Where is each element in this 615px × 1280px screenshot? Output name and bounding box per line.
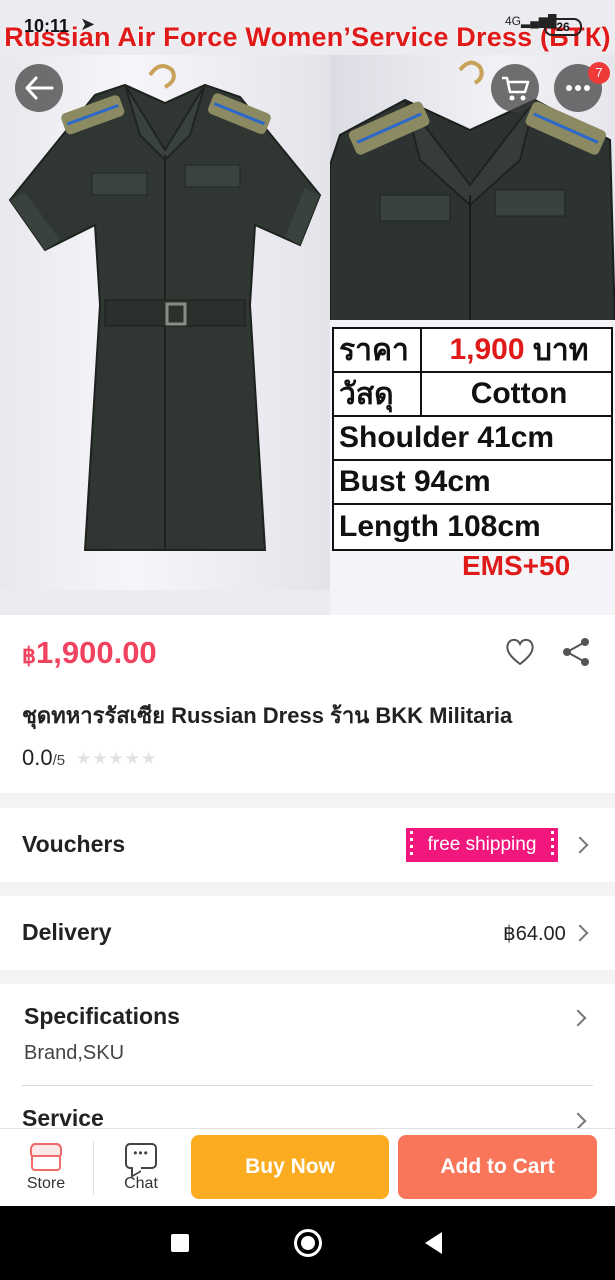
buy-now-button[interactable]: Buy Now (191, 1135, 389, 1199)
chat-tab[interactable]: Chat (96, 1143, 186, 1193)
shipping-note: EMS+50 (462, 550, 571, 581)
store-icon (30, 1143, 62, 1171)
back-triangle-icon[interactable] (425, 1232, 442, 1254)
info-value-group: 1,900 บาท (422, 329, 611, 371)
dress-illustration (8, 64, 322, 551)
chevron-right-icon (571, 836, 589, 854)
share-button[interactable] (561, 637, 591, 667)
info-full: Bust 94cm (339, 465, 491, 498)
delivery-fee: ฿64.00 (503, 923, 566, 945)
divider (22, 1085, 593, 1086)
currency-symbol: ฿ (22, 643, 36, 668)
chevron-right-icon (569, 1112, 587, 1130)
more-icon (566, 85, 590, 91)
status-time: 10:11 (24, 16, 70, 36)
network-type: 4G (505, 14, 522, 28)
price-info-table: ราคา 1,900 บาท วัสดุ Cotton Shoulder 41c… (332, 327, 613, 551)
store-label: Store (26, 1175, 66, 1192)
info-value: Cotton (470, 377, 568, 410)
recent-apps-icon[interactable] (171, 1234, 189, 1252)
back-button[interactable] (15, 64, 63, 112)
wishlist-button[interactable] (504, 637, 536, 669)
specifications-label: Specifications (24, 1003, 180, 1029)
dress-photo-full (0, 55, 330, 590)
info-value: 1,900 (449, 333, 525, 366)
rating-stars: ★★★★★ (76, 749, 158, 768)
battery-icon: 26 (544, 18, 582, 36)
info-key: วัสดุ (334, 373, 422, 415)
vouchers-row[interactable]: Vouchers free shipping (0, 808, 615, 882)
heart-icon (506, 638, 534, 666)
add-to-cart-button[interactable]: Add to Cart (398, 1135, 597, 1199)
system-navigation-bar (0, 1206, 615, 1280)
delivery-label: Delivery (22, 919, 112, 945)
info-key: ราคา (334, 329, 422, 371)
status-bar: 10:11 ➤ 4G▂▄▆█ 26 (0, 0, 615, 40)
price-value: 1,900.00 (36, 635, 157, 670)
back-arrow-icon (25, 76, 54, 100)
free-shipping-tag: free shipping (406, 828, 558, 862)
cart-count-badge: 7 (588, 62, 610, 84)
home-icon[interactable] (294, 1229, 322, 1257)
chevron-right-icon (571, 924, 589, 942)
vouchers-label: Vouchers (22, 831, 126, 857)
product-detail-screen: Russian Air Force Women’Service Dress (Б… (0, 0, 615, 1280)
bottom-action-bar: Store Chat Buy Now Add to Cart (0, 1128, 615, 1206)
chat-label: Chat (124, 1175, 158, 1192)
info-row-bust: Bust 94cm (334, 461, 611, 505)
specifications-summary: Brand,SKU (24, 1042, 125, 1064)
telegram-icon: ➤ (80, 14, 96, 34)
rating-score: 0.0/5 (22, 745, 65, 771)
battery-level: 26 (556, 20, 570, 34)
info-row-material: วัสดุ Cotton (334, 373, 611, 417)
cart-button[interactable] (491, 64, 539, 112)
info-row-price: ราคา 1,900 บาท (334, 329, 611, 373)
info-suffix: บาท (532, 333, 589, 367)
share-icon (563, 638, 589, 666)
product-image-gallery[interactable]: Russian Air Force Women’Service Dress (Б… (0, 0, 615, 615)
divider (93, 1141, 94, 1195)
chevron-right-icon (569, 1009, 587, 1027)
info-row-length: Length 108cm (334, 505, 611, 549)
product-title: ชุดทหารรัสเซีย Russian Dress ร้าน BKK Mi… (22, 703, 513, 728)
cart-icon (502, 76, 530, 101)
specifications-card: Specifications Brand,SKU Service (0, 984, 615, 1131)
rating-value: 0.0 (22, 745, 53, 770)
info-full: Shoulder 41cm (339, 421, 555, 454)
info-row-shoulder: Shoulder 41cm (334, 417, 611, 461)
product-price: ฿1,900.00 (22, 635, 157, 671)
rating-max: /5 (52, 752, 66, 769)
store-tab[interactable]: Store (1, 1143, 91, 1193)
delivery-row[interactable]: Delivery ฿64.00 (0, 896, 615, 970)
chat-icon (125, 1143, 157, 1169)
info-full: Length 108cm (339, 510, 541, 543)
